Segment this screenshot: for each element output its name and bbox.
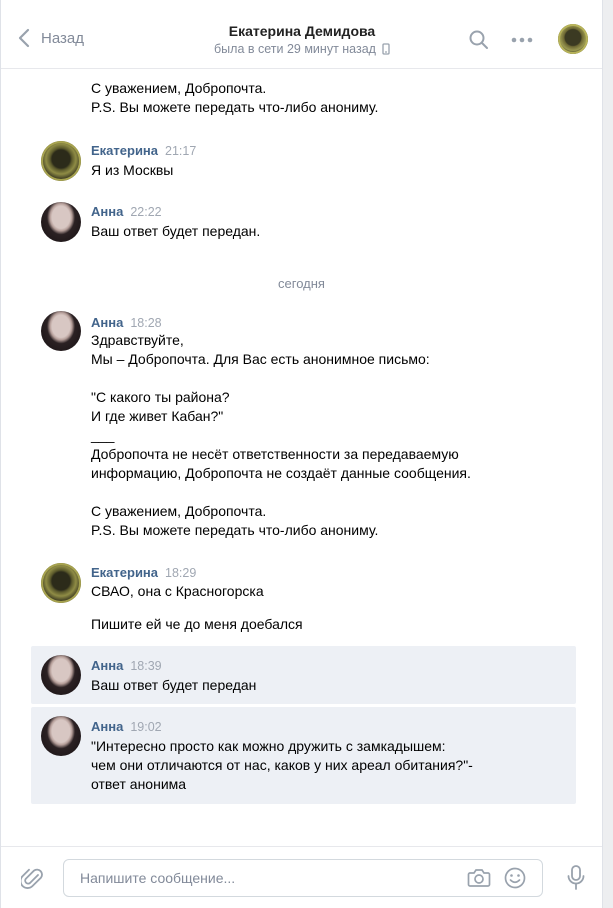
message-composer <box>1 846 602 908</box>
message-line: P.S. Вы можете передать что-либо анониму… <box>91 99 379 115</box>
message-line: Я из Москвы <box>91 162 174 178</box>
message-line: ___ <box>91 427 115 443</box>
message-item: Анна 18:28 Здравствуйте, Мы – Добропочта.… <box>31 305 576 545</box>
message-line: И где живет Кабан?" <box>91 408 224 424</box>
avatar[interactable] <box>41 655 81 695</box>
message-time[interactable]: 21:17 <box>165 144 196 158</box>
back-label: Назад <box>41 29 84 47</box>
message-text: Я из Москвы <box>91 161 173 180</box>
message-item-unread: Анна 18:39 Ваш ответ будет передан <box>31 646 576 704</box>
chat-panel: Назад Екатерина Демидова была в сети 29 … <box>0 0 603 908</box>
avatar[interactable] <box>41 563 81 603</box>
author-name[interactable]: Екатерина <box>91 565 158 580</box>
message-text: "Интересно просто как можно дружить с за… <box>91 737 473 794</box>
message-text: Ваш ответ будет передан <box>91 676 256 695</box>
avatar[interactable] <box>41 311 81 351</box>
author-name[interactable]: Анна <box>91 658 123 673</box>
camera-icon[interactable] <box>467 868 491 888</box>
microphone-icon[interactable] <box>566 864 586 892</box>
message-line: Здравствуйте, <box>91 332 184 348</box>
day-divider: сегодня <box>278 276 325 291</box>
message-line: СВАО, она с Красногорска <box>91 583 264 599</box>
message-input[interactable] <box>78 869 452 887</box>
message-time[interactable]: 22:22 <box>130 205 161 219</box>
message-header: Екатерина 21:17 <box>91 143 196 159</box>
message-header: Анна 19:02 <box>91 719 162 735</box>
contact-avatar[interactable] <box>558 24 588 54</box>
message-followup: Пишите ей че до меня доебался <box>91 616 303 632</box>
mobile-phone-icon <box>382 43 390 55</box>
message-header: Анна 22:22 <box>91 204 162 220</box>
message-item: Анна 22:22 Ваш ответ будет передан. <box>31 194 576 244</box>
avatar[interactable] <box>41 716 81 756</box>
author-name[interactable]: Анна <box>91 719 123 734</box>
chat-header: Назад Екатерина Демидова была в сети 29 … <box>1 0 602 69</box>
more-options-icon[interactable] <box>510 36 534 44</box>
message-continuation: С уважением, Добропочта. P.S. Вы можете … <box>91 79 378 117</box>
message-text: Здравствуйте, Мы – Добропочта. Для Вас е… <box>91 331 471 540</box>
message-line: информацию, Добропочта не создаёт данные… <box>91 465 471 481</box>
message-line: "Интересно просто как можно дружить с за… <box>91 738 446 754</box>
attach-paperclip-icon[interactable] <box>21 866 45 892</box>
message-text: Ваш ответ будет передан. <box>91 222 260 241</box>
avatar[interactable] <box>41 202 81 242</box>
last-seen-text: была в сети 29 минут назад <box>214 42 376 56</box>
message-item-unread: Анна 19:02 "Интересно просто как можно др… <box>31 707 576 804</box>
back-button[interactable]: Назад <box>17 28 84 48</box>
author-name[interactable]: Екатерина <box>91 143 158 158</box>
message-line: P.S. Вы можете передать что-либо анониму… <box>91 522 379 538</box>
message-line: чем они отличаются от нас, каков у них а… <box>91 757 473 773</box>
author-name[interactable]: Анна <box>91 315 123 330</box>
emoji-smile-icon[interactable] <box>504 867 526 889</box>
avatar[interactable] <box>41 141 81 181</box>
message-line: "С какого ты района? <box>91 389 230 405</box>
last-seen-status: была в сети 29 минут назад <box>171 40 433 58</box>
message-line <box>91 483 471 502</box>
message-item: Екатерина 18:29 СВАО, она с Красногорска … <box>31 557 576 637</box>
message-line <box>91 369 471 388</box>
message-time[interactable]: 18:28 <box>130 316 161 330</box>
message-time[interactable]: 18:29 <box>165 566 196 580</box>
message-header: Екатерина 18:29 <box>91 565 196 581</box>
message-item: Екатерина 21:17 Я из Москвы <box>31 133 576 183</box>
message-line: Добропочта не несёт ответственности за п… <box>91 446 459 462</box>
author-name[interactable]: Анна <box>91 204 123 219</box>
message-line: Ваш ответ будет передан. <box>91 223 261 239</box>
message-line: С уважением, Добропочта. <box>91 503 267 519</box>
chat-title: Екатерина Демидова <box>228 23 376 39</box>
message-line: С уважением, Добропочта. <box>91 80 267 96</box>
chat-title-block[interactable]: Екатерина Демидова была в сети 29 минут … <box>171 22 433 58</box>
message-line: Мы – Добропочта. Для Вас есть анонимное … <box>91 351 430 367</box>
chevron-left-icon <box>18 28 30 48</box>
message-line: ответ анонима <box>91 776 187 792</box>
message-line: Ваш ответ будет передан <box>91 677 257 693</box>
message-time[interactable]: 18:39 <box>130 659 161 673</box>
message-time[interactable]: 19:02 <box>130 720 161 734</box>
message-header: Анна 18:39 <box>91 658 162 674</box>
message-text: СВАО, она с Красногорска <box>91 582 264 601</box>
search-icon[interactable] <box>468 29 490 51</box>
message-header: Анна 18:28 <box>91 315 162 331</box>
message-input-wrapper <box>63 859 543 897</box>
